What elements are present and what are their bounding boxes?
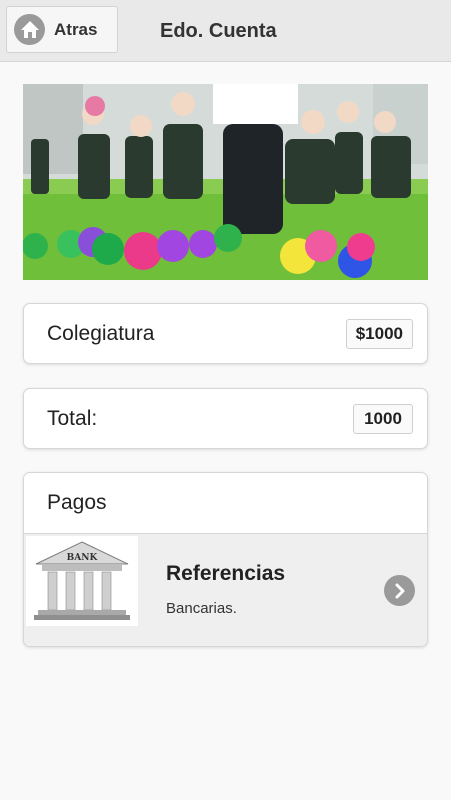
header-bar: Atras Edo. Cuenta — [0, 0, 451, 62]
item-subtitle: Bancarias. — [166, 600, 237, 617]
pagos-heading: Pagos — [24, 473, 427, 534]
colegiatura-amount-badge: $1000 — [345, 319, 413, 349]
hero-image — [23, 84, 428, 280]
colegiatura-label: Colegiatura — [47, 321, 155, 345]
page-title: Edo. Cuenta — [160, 19, 277, 42]
total-amount-badge: 1000 — [353, 404, 413, 434]
item-title: Referencias — [166, 562, 286, 585]
colegiatura-card: Colegiatura $1000 — [23, 303, 428, 364]
chevron-right-icon[interactable] — [384, 575, 415, 606]
pagos-card: Pagos BANK Referencias Bancarias. — [23, 472, 428, 647]
bank-label: BANK — [67, 553, 99, 563]
bank-icon: BANK — [26, 536, 138, 626]
back-button-label: Atras — [54, 19, 98, 39]
back-button[interactable]: Atras — [6, 6, 118, 53]
home-icon — [14, 14, 45, 45]
list-item-referencias[interactable]: BANK Referencias Bancarias. — [24, 534, 427, 646]
total-card: Total: 1000 — [23, 388, 428, 449]
total-label: Total: — [47, 406, 98, 430]
